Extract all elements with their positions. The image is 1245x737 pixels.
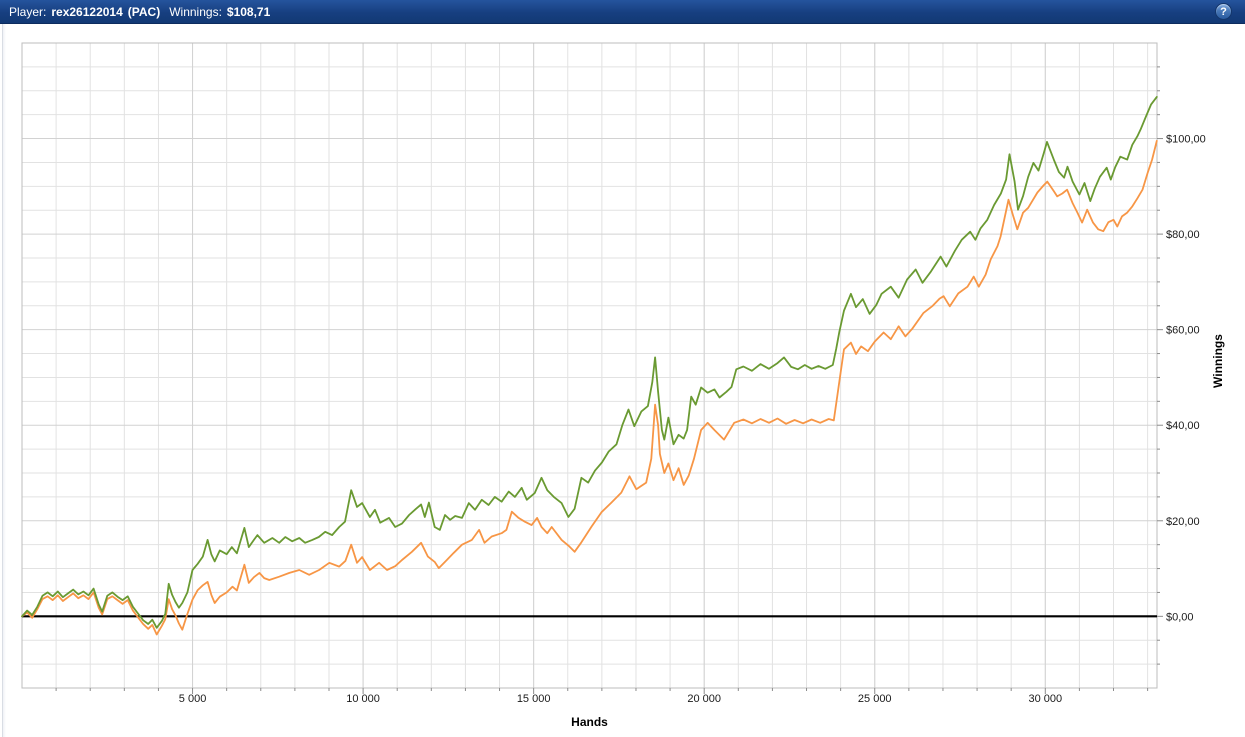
player-name: rex26122014 bbox=[51, 4, 123, 19]
help-button[interactable]: ? bbox=[1215, 3, 1232, 20]
y-tick-label: $0,00 bbox=[1166, 611, 1194, 623]
title-bar: Player: rex26122014 (PAC) Winnings: $108… bbox=[0, 0, 1245, 24]
y-tick-label: $60,00 bbox=[1166, 325, 1200, 337]
y-tick-label: $80,00 bbox=[1166, 229, 1200, 241]
winnings-label: Winnings: bbox=[169, 4, 222, 19]
player-tag: (PAC) bbox=[127, 4, 161, 19]
x-tick-label: 10 000 bbox=[346, 693, 380, 705]
x-tick-label: 30 000 bbox=[1028, 693, 1062, 705]
y-tick-label: $40,00 bbox=[1166, 420, 1200, 432]
y-axis-title: Winnings bbox=[1211, 334, 1225, 388]
question-icon: ? bbox=[1220, 6, 1227, 18]
winnings-chart: 5 000 10 000 15 000 20 000 25 000 30 000 $0,00… bbox=[21, 42, 1206, 705]
x-tick-label: 25 000 bbox=[858, 693, 892, 705]
chart-panel: 5 000 10 000 15 000 20 000 25 000 30 000 $0,00… bbox=[0, 24, 1245, 737]
x-tick-label: 5 000 bbox=[179, 693, 207, 705]
x-tick-label: 15 000 bbox=[517, 693, 551, 705]
x-tick-label: 20 000 bbox=[687, 693, 721, 705]
window-left-edge bbox=[0, 24, 6, 737]
y-tick-label: $20,00 bbox=[1166, 516, 1200, 528]
app-window: { "window": { "title_bar": { "label_play… bbox=[0, 0, 1245, 737]
y-tick-label: $100,00 bbox=[1166, 134, 1206, 146]
x-axis-title: Hands bbox=[571, 715, 608, 729]
player-label: Player: bbox=[9, 4, 47, 19]
winnings-value: $108,71 bbox=[226, 4, 271, 19]
